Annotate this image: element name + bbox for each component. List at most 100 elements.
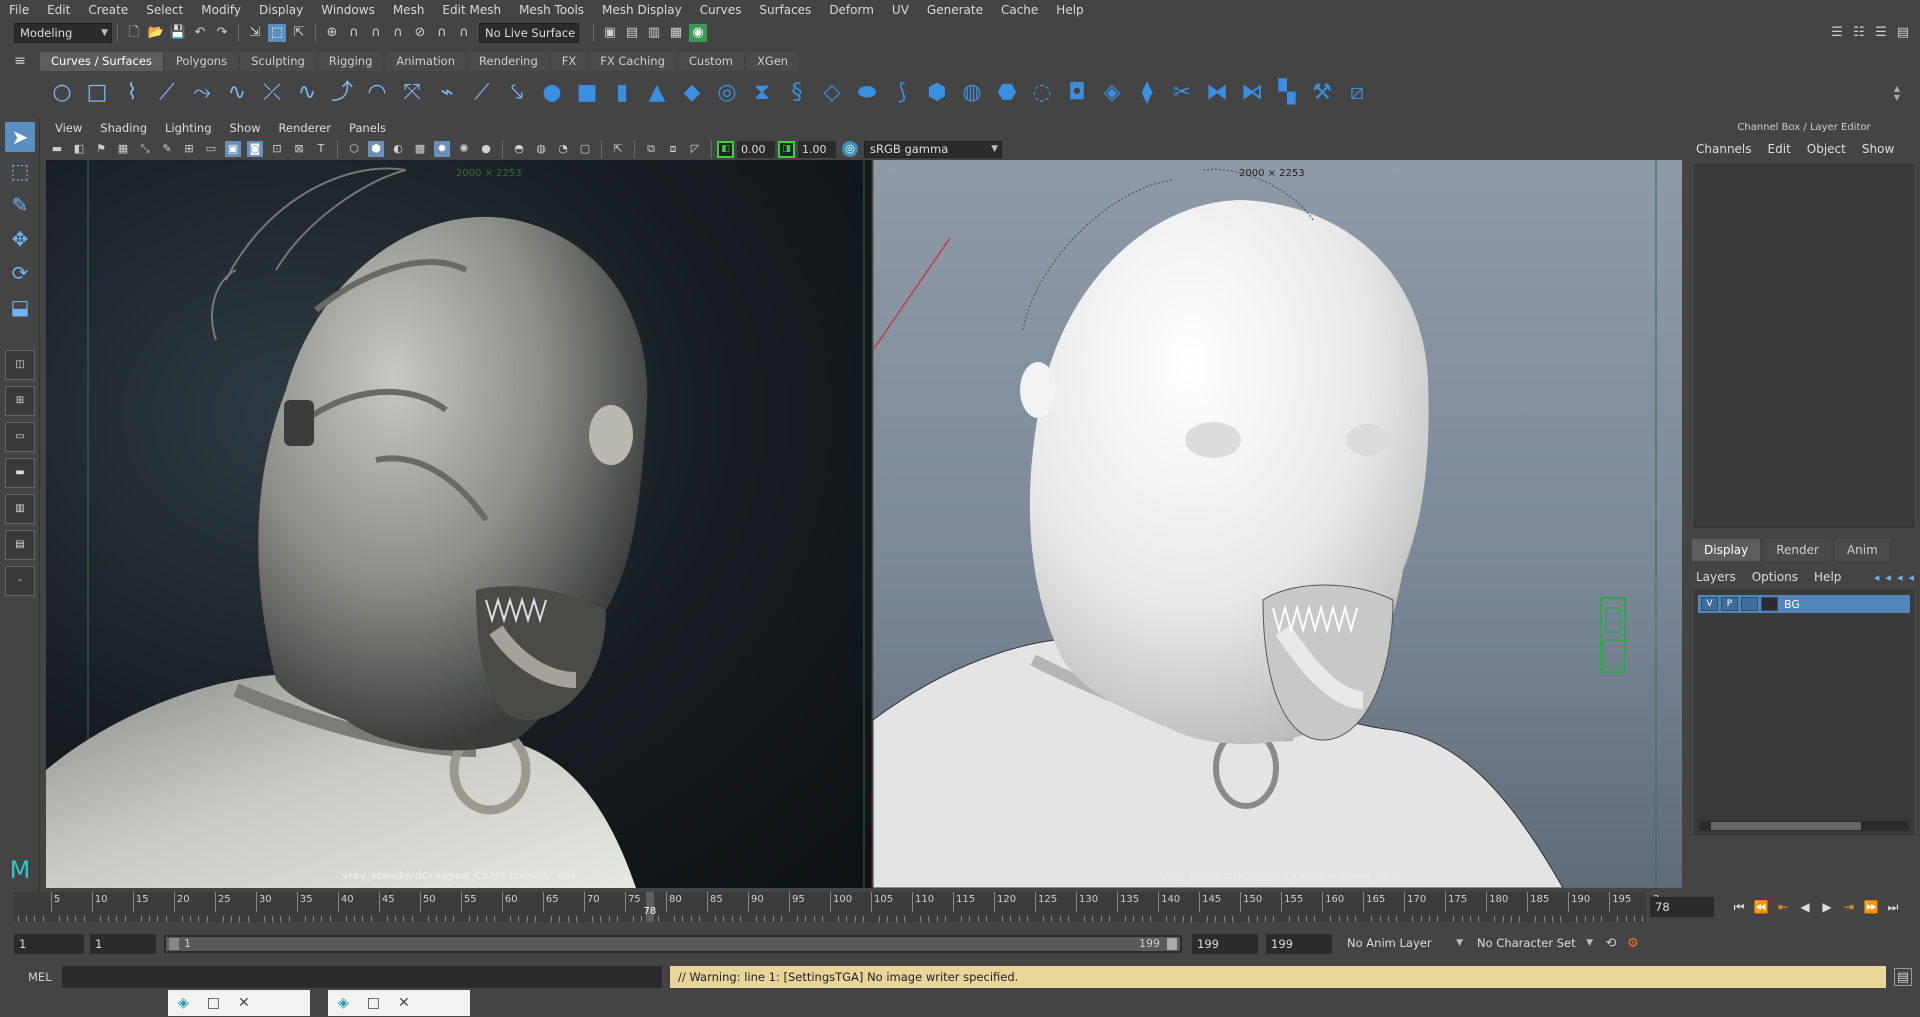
layer-menu-layers[interactable]: Layers	[1688, 570, 1744, 584]
grid-icon[interactable]: ⊞	[181, 141, 197, 157]
close-icon[interactable]: ✕	[238, 995, 250, 1011]
ambient-occlusion-icon[interactable]: ●	[478, 141, 494, 157]
menu-uv[interactable]: UV	[883, 0, 918, 20]
step-forward-frame-icon[interactable]: ⇥	[1838, 896, 1860, 918]
character-set-dropdown[interactable]: No Character Set ▼	[1472, 934, 1596, 954]
bevel-plus-icon[interactable]: ⬢	[923, 78, 951, 108]
restore-icon[interactable]: □	[367, 995, 380, 1011]
multisample-aa-icon[interactable]: ◍	[533, 141, 549, 157]
layer-menu-help[interactable]: Help	[1806, 570, 1849, 584]
trim-icon[interactable]: ◌	[1028, 78, 1056, 108]
channel-list[interactable]	[1694, 164, 1914, 528]
rebuild-icon[interactable]: ▚	[1273, 78, 1301, 108]
layer-display-type[interactable]	[1741, 597, 1758, 611]
three-point-arc-icon[interactable]: ⤴	[328, 78, 356, 108]
offset-icon[interactable]: ⤥	[503, 78, 531, 108]
menu-deform[interactable]: Deform	[820, 0, 883, 20]
persp-uv-layout-icon[interactable]: ▤	[5, 530, 35, 560]
xray-joints-icon[interactable]: ⧉	[643, 141, 659, 157]
nurbs-sphere-icon[interactable]: ●	[538, 78, 566, 108]
start-time-field[interactable]: 1	[14, 934, 84, 954]
camera-attributes-icon[interactable]: ◧	[71, 141, 87, 157]
attach-surfaces-icon[interactable]: ◈	[1098, 78, 1126, 108]
safe-title-icon[interactable]: T	[313, 141, 329, 157]
minimized-window-2[interactable]: ◈ □ ✕	[328, 990, 470, 1016]
shelf-tab-animation[interactable]: Animation	[385, 51, 467, 71]
color-management-icon[interactable]: ◎	[842, 141, 858, 157]
color-space-dropdown[interactable]: sRGB gamma ▼	[864, 140, 1002, 158]
command-language-label[interactable]: MEL	[0, 970, 60, 984]
grease-pencil-icon[interactable]: ✎	[159, 141, 175, 157]
birail-icon[interactable]: ⟆	[888, 78, 916, 108]
range-slider[interactable]: 1 199	[164, 935, 1182, 953]
gamma-toggle-icon[interactable]: ◨	[778, 140, 795, 158]
layer-menu-options[interactable]: Options	[1744, 570, 1806, 584]
menu-modify[interactable]: Modify	[192, 0, 250, 20]
detach-curves-icon[interactable]: ⤧	[398, 78, 426, 108]
shelf-tab-xgen[interactable]: XGen	[745, 51, 800, 71]
menu-mesh-tools[interactable]: Mesh Tools	[510, 0, 593, 20]
redo-icon[interactable]: ↷	[213, 24, 231, 42]
go-to-end-icon[interactable]: ⏭	[1882, 896, 1904, 918]
layer-visibility-toggle[interactable]: V	[1701, 597, 1718, 611]
extend-icon[interactable]: ⟋	[468, 78, 496, 108]
live-surface-field[interactable]: No Live Surface	[479, 23, 579, 43]
image-plane-icon[interactable]: ▦	[115, 141, 131, 157]
select-hierarchy-icon[interactable]: ⇲	[246, 24, 264, 42]
four-view-layout-icon[interactable]: ⊞	[5, 386, 35, 416]
ipr-render-icon[interactable]: ▥	[645, 24, 663, 42]
project-curve-icon[interactable]: ⬣	[993, 78, 1021, 108]
surface-edit-icon[interactable]: ⧄	[1343, 78, 1371, 108]
detach-surfaces-icon[interactable]: ⧫	[1133, 78, 1161, 108]
attach-curves-icon[interactable]: ◠	[363, 78, 391, 108]
step-back-frame-icon[interactable]: ⇤	[1772, 896, 1794, 918]
nurbs-torus-icon[interactable]: ◎	[713, 78, 741, 108]
menu-curves[interactable]: Curves	[691, 0, 751, 20]
more-layouts-icon[interactable]: -	[5, 566, 35, 596]
menu-file[interactable]: File	[0, 0, 38, 20]
layer-playback-toggle[interactable]: P	[1721, 597, 1738, 611]
shelf-tab-fx[interactable]: FX	[550, 51, 588, 71]
menu-edit[interactable]: Edit	[38, 0, 79, 20]
range-slider-handle[interactable]: 1 199	[166, 937, 1180, 951]
xray-active-icon[interactable]: ⧈	[665, 141, 681, 157]
vray-render-icon[interactable]: ◉	[689, 24, 707, 42]
sculpt-icon[interactable]: ⚒	[1308, 78, 1336, 108]
save-scene-icon[interactable]: 💾	[169, 24, 187, 42]
nurbs-cylinder-icon[interactable]: ▮	[608, 78, 636, 108]
textured-icon[interactable]: ▩	[412, 141, 428, 157]
layer-row-bg[interactable]: V P BG	[1698, 595, 1910, 613]
shadows-icon[interactable]: ✺	[456, 141, 472, 157]
layer-list-scrollbar[interactable]	[1699, 821, 1909, 831]
render-frame-icon[interactable]: ▤	[623, 24, 641, 42]
isolate-select-icon[interactable]: ⇱	[610, 141, 626, 157]
shelf-tab-polygons[interactable]: Polygons	[164, 51, 239, 71]
mode-dropdown[interactable]: Modeling ▼	[14, 23, 112, 43]
nurbs-cube-icon[interactable]: ■	[573, 78, 601, 108]
anim-preferences-icon[interactable]: ⚙	[1624, 935, 1642, 953]
layer-color-swatch[interactable]	[1761, 597, 1778, 611]
depth-of-field-icon[interactable]: ◔	[555, 141, 571, 157]
field-chart-icon[interactable]: ⊡	[269, 141, 285, 157]
open-scene-icon[interactable]: 📂	[147, 24, 165, 42]
nurbs-square-icon[interactable]: □	[83, 78, 111, 108]
nurbs-plane-icon[interactable]: ◆	[678, 78, 706, 108]
layer-tab-display[interactable]: Display	[1692, 539, 1761, 561]
go-to-start-icon[interactable]: ⏮	[1728, 896, 1750, 918]
wireframe-icon[interactable]: ⬡	[346, 141, 362, 157]
magnet-icon[interactable]: ∩	[455, 24, 473, 42]
playback-start-field[interactable]: 1	[90, 934, 156, 954]
lasso-tool-icon[interactable]: ⬚	[5, 156, 35, 186]
smooth-shade-icon[interactable]: ⬢	[368, 141, 384, 157]
exposure-toggle-icon[interactable]: ◧	[717, 140, 734, 158]
menu-generate[interactable]: Generate	[918, 0, 992, 20]
snap-surface-icon[interactable]: ⊘	[411, 24, 429, 42]
revolve-icon[interactable]: ⧗	[748, 78, 776, 108]
script-editor-icon[interactable]: ▤	[1894, 968, 1912, 986]
new-scene-icon[interactable]: 🗋	[125, 24, 143, 42]
playback-end-field[interactable]: 199	[1192, 934, 1258, 954]
render-view-icon[interactable]: ▣	[601, 24, 619, 42]
use-all-lights-icon[interactable]: ✹	[434, 141, 450, 157]
menu-create[interactable]: Create	[79, 0, 137, 20]
attr-editor-icon[interactable]: ☰	[1872, 24, 1890, 42]
